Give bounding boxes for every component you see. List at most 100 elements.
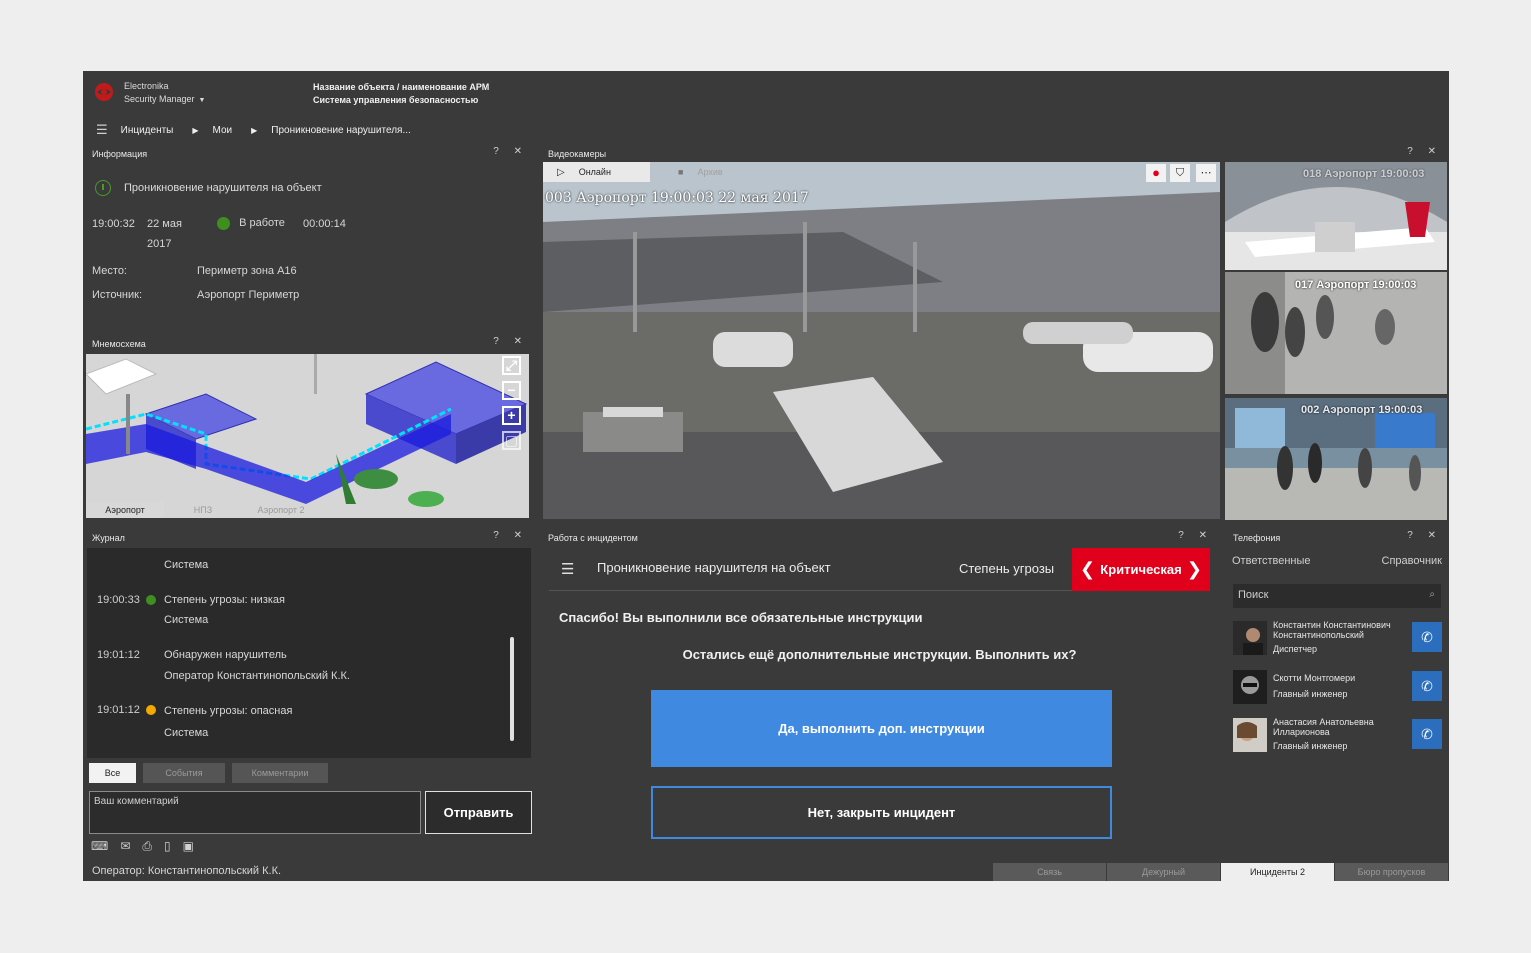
contact-name: Скотти Монтгомери (1273, 673, 1356, 683)
execute-extra-instructions-button[interactable]: Да, выполнить доп. инструкции (651, 690, 1112, 767)
layers-icon[interactable]: ▢ (502, 431, 521, 450)
close-incident-button[interactable]: Нет, закрыть инцидент (651, 786, 1112, 839)
search-placeholder: Поиск (1238, 589, 1269, 601)
contact-name: Анастасия Анатольевна Илларионова (1273, 717, 1374, 737)
camera-label: 018 Аэропорт 19:00:03 (1303, 168, 1425, 180)
operator-label: Оператор: Константинопольский К.К. (92, 865, 282, 877)
mode-archive-button[interactable]: ■ Архив (678, 167, 723, 177)
filter-events[interactable]: События (143, 763, 225, 783)
panel-controls[interactable]: ? ✕ (1178, 530, 1213, 541)
comment-input[interactable]: Ваш комментарий (89, 791, 421, 834)
document-icon[interactable]: ▯ (164, 839, 171, 854)
search-icon[interactable]: ⌕ (1429, 589, 1435, 600)
contact-item[interactable]: Скотти Монтгомери Главный инженер ✆ (1233, 669, 1442, 707)
mail-icon[interactable]: ✉ (120, 839, 130, 854)
panel-title: Телефония (1233, 533, 1281, 543)
journal-list[interactable]: Система 19:00:33 Степень угрозы: низкая … (87, 548, 531, 758)
info-panel: Информация ? ✕ Проникновение нарушителя … (83, 143, 535, 329)
mnemo-map[interactable]: ⤢ − + ▢ (86, 354, 529, 518)
chevron-down-icon[interactable]: ▼ (199, 97, 206, 104)
tab-communication[interactable]: Связь (993, 863, 1106, 881)
filter-comments[interactable]: Комментарии (232, 763, 328, 783)
threat-level-value: Критическая (1100, 562, 1182, 577)
avatar (1233, 718, 1267, 752)
brand-product: Security Manager (124, 94, 195, 104)
chevron-right-icon: ▶ (251, 125, 258, 135)
journal-entry-text: Обнаружен нарушитель (164, 649, 287, 661)
contact-item[interactable]: Анастасия Анатольевна Илларионова Главны… (1233, 717, 1442, 755)
zoom-in-icon[interactable]: + (502, 406, 521, 425)
panel-controls[interactable]: ? ✕ (1407, 530, 1442, 541)
save-icon[interactable]: ▣ (183, 839, 194, 854)
phone-call-icon[interactable]: ✆ (1412, 719, 1442, 749)
source-value: Аэропорт Периметр (197, 289, 300, 301)
camera-label: 003 Аэропорт 19:00:03 22 мая 2017 (545, 190, 809, 206)
keyboard-icon[interactable]: ⌨ (91, 839, 108, 854)
incident-year: 2017 (147, 238, 172, 250)
journal-entry-text: Степень угрозы: опасная (164, 705, 293, 717)
logo-icon (95, 83, 113, 101)
avatar (1233, 670, 1267, 704)
zoom-out-icon[interactable]: − (502, 381, 521, 400)
camera-feed-image (543, 162, 1220, 519)
journal-entry-text: Степень угрозы: низкая (164, 594, 285, 606)
incident-date: 22 мая (147, 218, 182, 230)
panel-controls[interactable]: ? ✕ (493, 530, 528, 541)
object-name: Название объекта / наименование АРМ (313, 82, 490, 92)
play-icon: ▷ (557, 166, 565, 178)
menu-icon[interactable]: ☰ (96, 122, 108, 138)
journal-entry-text: Система (164, 614, 209, 626)
threat-level-selector[interactable]: ❮ Критическая ❯ (1072, 548, 1210, 591)
search-input[interactable]: Поиск ⌕ (1233, 584, 1441, 608)
contact-role: Главный инженер (1273, 741, 1348, 751)
panel-controls[interactable]: ? ✕ (1407, 146, 1442, 157)
mode-online-button[interactable]: ▷ Онлайн (543, 162, 650, 182)
journal-entry-text: Система (164, 727, 209, 739)
filter-all[interactable]: Все (89, 763, 136, 783)
mnemo-tabs: Аэропорт НПЗ Аэропорт 2 (86, 502, 320, 518)
scrollbar[interactable] (510, 637, 514, 741)
chevron-left-icon[interactable]: ❮ (1080, 559, 1095, 580)
main-camera-view[interactable]: ▷ Онлайн ■ Архив ● ⛉ ⋯ 003 Аэропорт 19:0… (543, 162, 1220, 519)
tab-pass-office[interactable]: Бюро пропусков (1335, 863, 1448, 881)
tab-duty[interactable]: Дежурный (1107, 863, 1220, 881)
brand[interactable]: Electronika Security Manager ▼ (124, 80, 205, 107)
camera-thumbnail[interactable]: 018 Аэропорт 19:00:03 (1225, 162, 1447, 270)
contact-item[interactable]: Константин Константинович Константинопол… (1233, 620, 1442, 658)
camera-thumbnail[interactable]: 017 Аэропорт 19:00:03 (1225, 272, 1447, 394)
expand-icon[interactable]: ⤢ (502, 356, 521, 375)
camera-thumbnail[interactable]: 002 Аэропорт 19:00:03 (1225, 398, 1447, 520)
panel-controls[interactable]: ? ✕ (493, 146, 528, 157)
shield-icon[interactable]: ⛉ (1170, 164, 1190, 182)
brand-name: Electronika (124, 81, 169, 91)
more-icon[interactable]: ⋯ (1196, 164, 1216, 182)
tab-responsible[interactable]: Ответственные (1232, 555, 1311, 567)
tab-airport[interactable]: Аэропорт (86, 502, 164, 518)
video-panel: Видеокамеры ? ✕ ▷ Онлайн ■ Архив ● ⛉ ⋯ 0… (539, 143, 1449, 521)
tab-airport-2[interactable]: Аэропорт 2 (242, 502, 320, 518)
mnemo-panel: Мнемосхема ? ✕ ⤢ − + ▢ Аэропорт НПЗ Аэро… (83, 333, 535, 521)
breadcrumb-item[interactable]: Инциденты (121, 125, 174, 136)
contact-name: Константин Константинович Константинопол… (1273, 620, 1391, 640)
object-subtitle: Система управления безопасностью (313, 95, 479, 105)
journal-entry-time: 19:01:12 (97, 704, 140, 716)
menu-icon[interactable]: ☰ (561, 560, 574, 578)
video-camera-icon: ■ (678, 167, 684, 177)
panel-title: Работа с инцидентом (548, 533, 638, 543)
journal-entry-text: Оператор Константинопольский К.К. (164, 670, 350, 682)
record-icon[interactable]: ● (1146, 164, 1166, 182)
tab-directory[interactable]: Справочник (1382, 555, 1443, 567)
tab-incidents[interactable]: Инциденты 2 (1221, 863, 1334, 881)
bottom-tabs: Связь Дежурный Инциденты 2 Бюро пропуско… (993, 863, 1449, 881)
send-button[interactable]: Отправить (425, 791, 532, 834)
chevron-right-icon[interactable]: ❯ (1187, 559, 1202, 580)
print-icon[interactable]: ⎙ (142, 839, 152, 854)
phone-call-icon[interactable]: ✆ (1412, 671, 1442, 701)
tab-refinery[interactable]: НПЗ (164, 502, 242, 518)
breadcrumb-item[interactable]: Мои (213, 125, 233, 136)
phone-call-icon[interactable]: ✆ (1412, 622, 1442, 652)
panel-controls[interactable]: ? ✕ (493, 336, 528, 347)
breadcrumb-item[interactable]: Проникновение нарушителя... (271, 125, 411, 136)
header: Electronika Security Manager ▼ Название о… (83, 71, 1449, 116)
mode-archive-label: Архив (697, 167, 723, 177)
